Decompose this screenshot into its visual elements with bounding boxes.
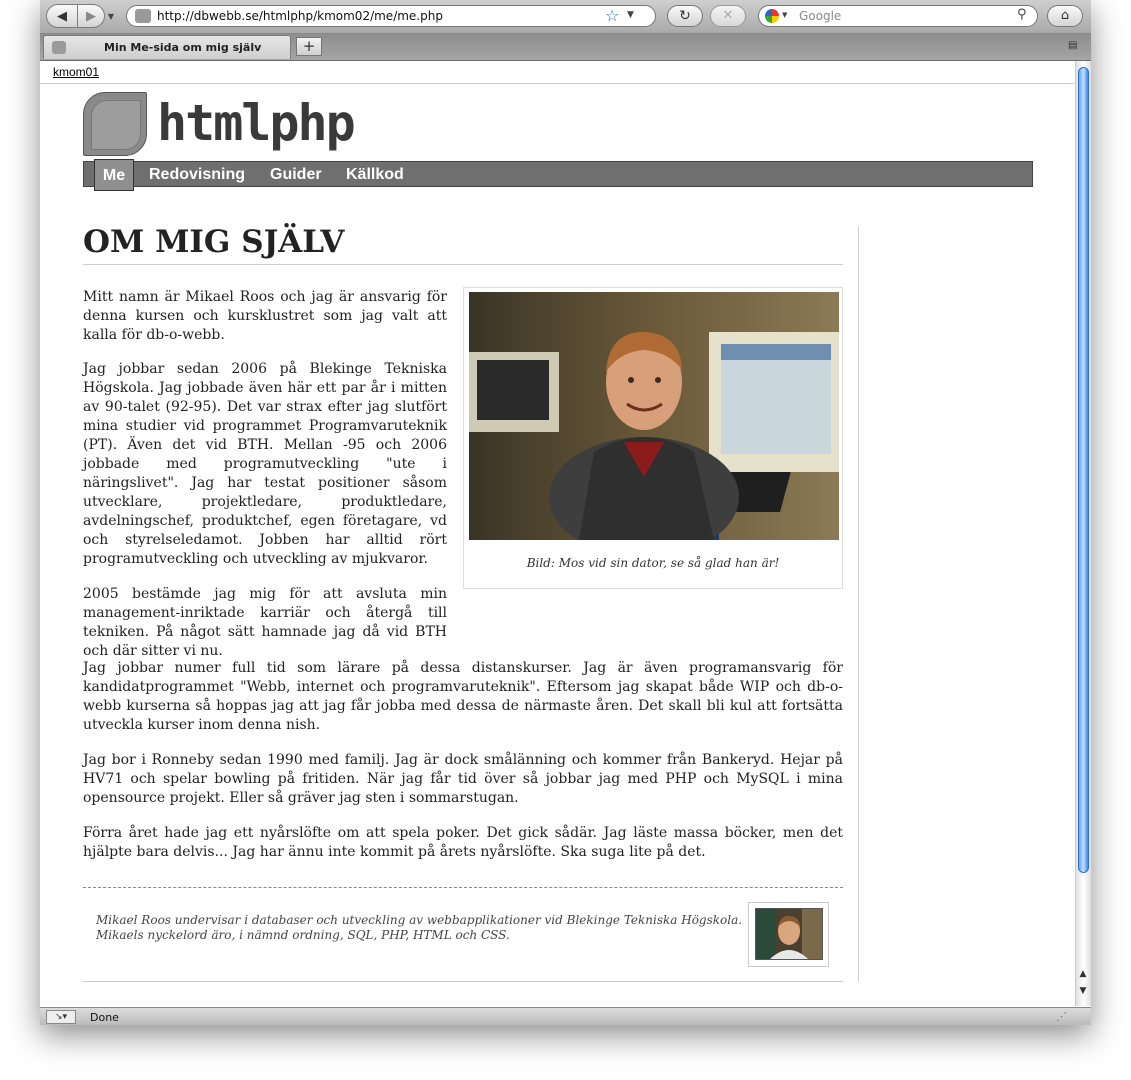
author-thumbnail <box>755 908 823 960</box>
browser-window: ◀ ▶ ▼ ☆ ▼ ↻ ✕ ▼ ⚲ ⌂ Min Me-sida om mig s… <box>40 0 1091 1025</box>
home-button[interactable]: ⌂ <box>1047 5 1083 27</box>
bookmark-kmom01[interactable]: kmom01 <box>53 65 99 79</box>
site-navbar: Me Redovisning Guider Källkod <box>83 159 1033 191</box>
nav-item-redovisning[interactable]: Redovisning <box>149 166 245 184</box>
stop-button[interactable]: ✕ <box>710 5 746 27</box>
paragraph-1: Mitt namn är Mikael Roos och jag är ansv… <box>83 289 447 343</box>
author-byline: Mikael Roos undervisar i databaser och u… <box>96 913 743 942</box>
stop-icon: ✕ <box>722 8 734 23</box>
footer-divider <box>83 981 843 982</box>
navigation-toolbar: ◀ ▶ ▼ ☆ ▼ ↻ ✕ ▼ ⚲ ⌂ <box>40 0 1091 34</box>
history-dropdown-icon[interactable]: ▼ <box>106 11 116 21</box>
back-arrow-icon: ◀ <box>57 8 67 24</box>
scroll-up-icon[interactable]: ▲ <box>1077 969 1089 982</box>
reload-button[interactable]: ↻ <box>667 5 703 27</box>
paragraph-5: Jag bor i Ronneby sedan 1990 med familj.… <box>83 752 843 806</box>
bookmarks-bar: kmom01 <box>40 61 1091 84</box>
new-tab-button[interactable]: + <box>296 37 322 56</box>
paragraph-3: 2005 bestämde jag mig för att avsluta mi… <box>83 586 447 659</box>
status-bar: ↘▾ Done ⋰ <box>40 1007 1091 1025</box>
site-logo[interactable] <box>83 92 147 156</box>
url-dropdown-icon[interactable]: ▼ <box>627 10 634 20</box>
title-divider <box>83 264 843 265</box>
page-viewport: htmlphp Me Redovisning Guider Källkod OM… <box>40 84 1075 1006</box>
search-bar[interactable]: ▼ ⚲ <box>758 5 1038 27</box>
status-text: Done <box>90 1011 119 1024</box>
tab-list-icon[interactable]: ▤ <box>1068 40 1077 51</box>
paragraph-4: Jag jobbar numer full tid som lärare på … <box>83 660 843 733</box>
tab-bar: Min Me-sida om mig själv + ▤ <box>40 34 1091 61</box>
engine-dropdown-icon[interactable]: ▼ <box>782 11 787 19</box>
reload-icon: ↻ <box>679 8 691 24</box>
google-engine-icon[interactable] <box>765 9 779 23</box>
nav-item-guider[interactable]: Guider <box>270 166 322 184</box>
resize-grip-icon[interactable]: ⋰ <box>1056 1010 1067 1023</box>
tab-title: Min Me-sida om mig själv <box>104 41 262 54</box>
author-thumbnail-frame <box>748 902 829 967</box>
vertical-scrollbar[interactable]: ▲ ▼ <box>1075 61 1091 1006</box>
forward-button[interactable]: ▶ <box>77 4 105 28</box>
bookmark-star-icon[interactable]: ☆ <box>605 6 619 25</box>
scrollbar-thumb[interactable] <box>1078 67 1089 873</box>
sidebar-divider <box>858 227 859 981</box>
figure: Bild: Mos vid sin dator, se så glad han … <box>463 287 843 589</box>
home-icon: ⌂ <box>1060 8 1070 23</box>
forward-arrow-icon: ▶ <box>86 8 96 24</box>
nav-item-me[interactable]: Me <box>94 159 134 191</box>
url-input[interactable] <box>157 7 597 25</box>
paragraph-2: Jag jobbar sedan 2006 på Blekinge Teknis… <box>83 361 447 567</box>
paragraph-6: Förra året hade jag ett nyårslöfte om at… <box>83 825 843 860</box>
page-title: OM MIG SJÄLV <box>83 224 345 260</box>
nav-item-kallkod[interactable]: Källkod <box>346 166 404 184</box>
tab-favicon-icon <box>52 41 66 54</box>
search-input[interactable] <box>799 7 1014 25</box>
search-icon[interactable]: ⚲ <box>1017 7 1027 22</box>
back-button[interactable]: ◀ <box>46 4 78 28</box>
byline-divider <box>83 887 843 888</box>
portrait-photo <box>469 292 839 540</box>
site-favicon-icon <box>135 9 151 23</box>
site-title[interactable]: htmlphp <box>157 94 356 152</box>
tab-active[interactable]: Min Me-sida om mig själv <box>43 35 291 59</box>
status-menu-icon[interactable]: ↘▾ <box>46 1010 76 1024</box>
figure-caption: Bild: Mos vid sin dator, se så glad han … <box>526 556 780 570</box>
scroll-down-icon[interactable]: ▼ <box>1077 986 1089 999</box>
address-bar[interactable]: ☆ ▼ <box>126 5 656 27</box>
